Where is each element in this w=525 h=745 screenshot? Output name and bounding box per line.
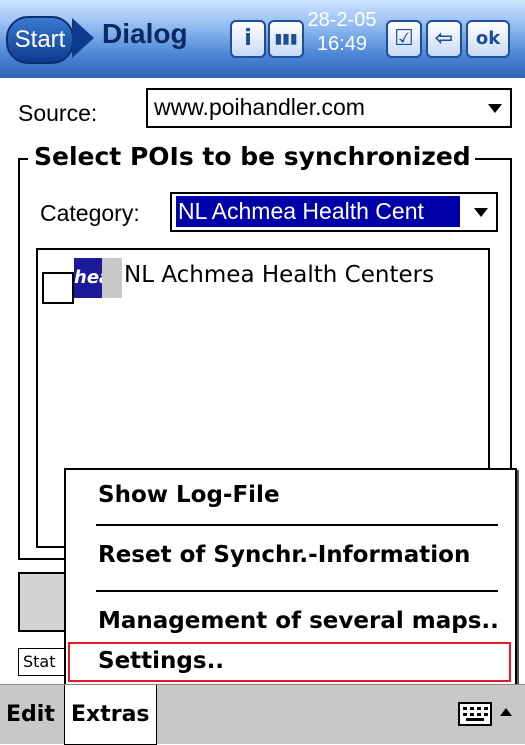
menu-item-label: Reset of Synchr.-Information (98, 542, 471, 568)
category-value: NL Achmea Health Cent (176, 196, 460, 227)
menu-item-label: Show Log-File (98, 482, 280, 508)
menu-bar: Edit Extras (0, 684, 525, 745)
menu-extras[interactable]: Extras (64, 685, 157, 745)
menu-separator (96, 524, 498, 526)
start-arrow-icon (72, 18, 94, 58)
chevron-down-icon (488, 104, 502, 113)
time-text: 16:49 (316, 33, 368, 55)
title-bar: Start Dialog i ▮▮▮ 28-2-05 16:49 ☑ ⇦ ok (0, 0, 525, 78)
menu-item-settings[interactable]: Settings.. (68, 642, 511, 682)
category-label: Category: (40, 200, 140, 226)
group-border (18, 158, 28, 160)
menu-item-reset-sync[interactable]: Reset of Synchr.-Information (66, 542, 515, 582)
clock[interactable]: 28-2-05 16:49 (304, 8, 380, 56)
back-icon[interactable]: ⇦ (426, 20, 462, 58)
menu-separator (96, 590, 498, 592)
info-icon[interactable]: i (230, 20, 266, 58)
date-text: 28-2-05 (307, 9, 377, 31)
source-dropdown[interactable]: www.poihandler.com (146, 88, 512, 128)
category-dropdown[interactable]: NL Achmea Health Cent (170, 192, 498, 232)
list-item-label[interactable]: NL Achmea Health Centers (124, 262, 434, 288)
input-panel-arrow-icon[interactable] (500, 708, 512, 716)
menu-item-label: Settings.. (98, 648, 225, 674)
group-title: Select POIs to be synchronized (30, 142, 475, 171)
checklist-icon[interactable]: ☑ (386, 20, 422, 58)
source-label: Source: (18, 100, 98, 126)
poi-icon-block (102, 258, 122, 298)
extras-popup-menu: Show Log-File Reset of Synchr.-Informati… (64, 468, 517, 688)
source-value: www.poihandler.com (154, 94, 365, 120)
signal-icon[interactable]: ▮▮▮ (268, 20, 304, 58)
menu-item-show-log[interactable]: Show Log-File (66, 482, 515, 522)
window-title: Dialog (102, 18, 188, 49)
health-poi-icon: heal (74, 258, 122, 298)
list-item-checkbox[interactable] (42, 272, 74, 304)
start-button[interactable]: Start (6, 16, 74, 64)
menu-item-label: Management of several maps.. (98, 608, 499, 634)
ok-button[interactable]: ok (466, 20, 510, 58)
chevron-down-icon (474, 208, 488, 217)
menu-edit[interactable]: Edit (6, 685, 55, 744)
keyboard-icon[interactable] (458, 702, 492, 726)
